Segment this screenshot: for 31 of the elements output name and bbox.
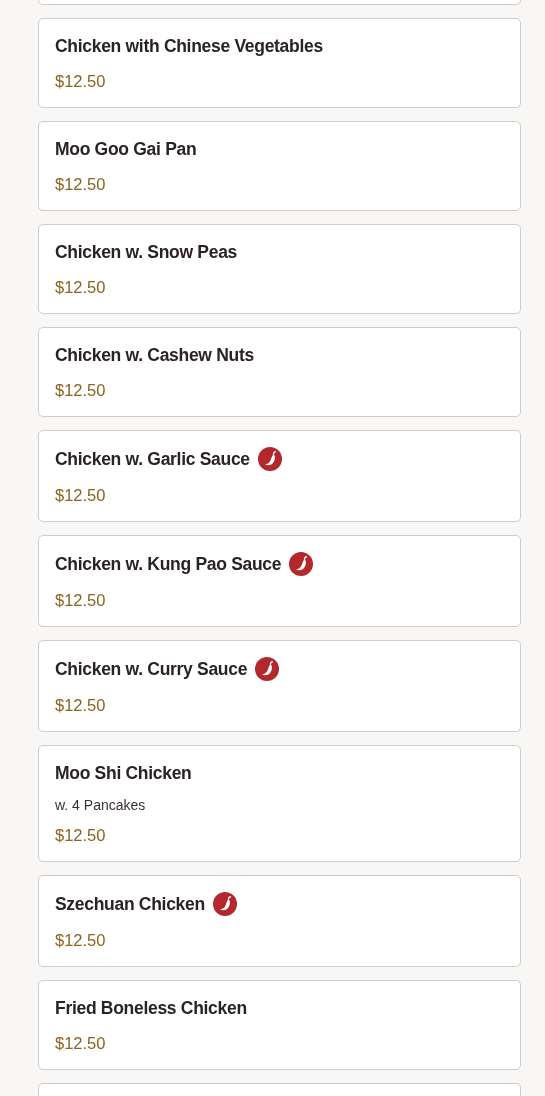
menu-item-card[interactable]: Chicken w. Cashew Nuts $12.50 bbox=[38, 327, 521, 417]
item-price: $12.50 bbox=[55, 174, 107, 195]
menu-item-card[interactable]: Chicken w. Curry Sauce $12.50 bbox=[38, 640, 521, 732]
item-note: w. 4 Pancakes bbox=[55, 796, 147, 814]
item-name: Moo Shi Chicken bbox=[55, 762, 192, 784]
menu-item-card[interactable]: Szechuan Chicken $12.50 bbox=[38, 875, 521, 967]
item-price: $12.50 bbox=[55, 380, 107, 401]
menu-item-card[interactable]: Chicken w. Garlic Sauce $12.50 bbox=[38, 430, 521, 522]
item-name: Szechuan Chicken bbox=[55, 893, 205, 915]
menu-item-card[interactable]: Moo Goo Gai Pan $12.50 bbox=[38, 121, 521, 211]
item-name: Chicken w. Garlic Sauce bbox=[55, 448, 250, 470]
item-price: $12.50 bbox=[55, 277, 107, 298]
item-name: Fried Boneless Chicken bbox=[55, 997, 247, 1019]
menu-item-card[interactable]: Chicken w. Snow Peas $12.50 bbox=[38, 224, 521, 314]
item-price: $12.50 bbox=[55, 590, 107, 611]
item-name: Moo Goo Gai Pan bbox=[55, 138, 197, 160]
menu-item-card[interactable]: Fried Boneless Chicken $12.50 bbox=[38, 980, 521, 1070]
menu-item-card[interactable]: Moo Shi Chicken w. 4 Pancakes $12.50 bbox=[38, 745, 521, 862]
item-name: Chicken w. Snow Peas bbox=[55, 241, 238, 263]
item-name: Chicken w. Curry Sauce bbox=[55, 658, 248, 680]
item-price: $12.50 bbox=[55, 1033, 107, 1054]
item-name: Chicken w. Cashew Nuts bbox=[55, 344, 254, 366]
item-price: $12.50 bbox=[55, 485, 107, 506]
item-price: $12.50 bbox=[55, 930, 107, 951]
item-price: $12.50 bbox=[55, 825, 107, 846]
menu-item-card[interactable]: Chicken with Chinese Vegetables $12.50 bbox=[38, 18, 521, 108]
item-price: $12.50 bbox=[55, 695, 107, 716]
item-name: Chicken with Chinese Vegetables bbox=[55, 35, 323, 57]
item-name: Chicken w. Kung Pao Sauce bbox=[55, 553, 282, 575]
item-price: $12.50 bbox=[55, 71, 107, 92]
menu-item-card[interactable]: Chicken w. Kung Pao Sauce $12.50 bbox=[38, 535, 521, 627]
